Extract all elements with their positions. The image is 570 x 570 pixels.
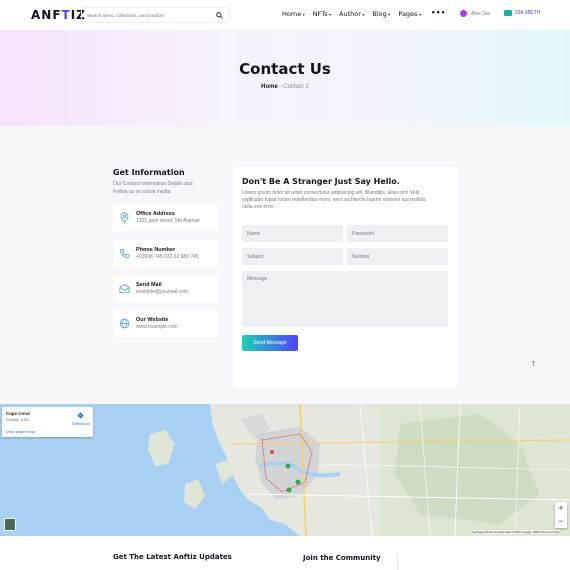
info-card-label: Office Address xyxy=(136,211,175,217)
form-description: Lorem ipsum dolor sit amet consectetur a… xyxy=(242,190,426,210)
search-input[interactable] xyxy=(87,12,212,18)
phone-icon xyxy=(119,248,130,259)
map-embed[interactable]: Cape Coral Florida, USA View larger map … xyxy=(0,404,570,536)
wallet-icon xyxy=(504,10,512,16)
breadcrumb-home-link[interactable]: Home xyxy=(261,84,278,90)
community-title: Join the Community xyxy=(303,554,381,562)
footer-divider xyxy=(397,553,398,570)
chevron-down-icon: ▾ xyxy=(302,11,305,17)
map-layer-toggle[interactable] xyxy=(4,518,16,531)
mail-icon xyxy=(119,283,130,294)
nav-home[interactable]: Home ▾ xyxy=(282,10,305,18)
info-card-value: example@youmail.com xyxy=(136,289,189,295)
user-profile[interactable]: Alex Joe xyxy=(460,10,490,17)
wallet-amount: 234.98ETH xyxy=(515,10,541,16)
wallet-balance[interactable]: 234.98ETH xyxy=(504,10,540,16)
zoom-in-button[interactable]: + xyxy=(555,502,567,515)
avatar xyxy=(460,10,467,17)
info-card-label: Send Mail xyxy=(136,282,162,288)
info-card-label: Our Website xyxy=(136,317,169,323)
newsletter-title: Get The Latest Anftiz Updates xyxy=(113,553,232,561)
map-info-card: Cape Coral Florida, USA View larger map … xyxy=(2,407,93,437)
breadcrumb-current: Contact 2 xyxy=(283,84,309,90)
scroll-to-top-icon[interactable]: ↑ xyxy=(531,359,536,368)
nav-pages[interactable]: Pages ▾ xyxy=(398,10,421,18)
info-card-label: Phone Number xyxy=(136,247,176,253)
info-description: Our Contact information Details and Foll… xyxy=(113,181,193,195)
site-logo[interactable]: ANFTIZ xyxy=(31,8,86,22)
view-larger-map-link[interactable]: View larger map xyxy=(6,429,35,434)
site-header: ANFTIZ Home▾ NFTs▾ Author▾ Blog▾ Pages▾ … xyxy=(0,0,570,30)
subject-field[interactable] xyxy=(242,248,343,265)
footer: Get The Latest Anftiz Updates Join the C… xyxy=(0,536,570,570)
nav-nfts[interactable]: NFTs ▾ xyxy=(313,10,331,18)
contact-form: Don't Be A Stranger Just Say Hello. Lore… xyxy=(233,167,457,389)
search-icon[interactable] xyxy=(216,12,223,19)
chevron-down-icon: ▾ xyxy=(418,11,421,17)
nav-author[interactable]: Author ▾ xyxy=(339,10,364,18)
search-box xyxy=(81,7,230,23)
breadcrumb: Home - Contact 2 xyxy=(0,84,570,90)
number-field[interactable] xyxy=(347,248,448,265)
nav-blog[interactable]: Blog ▾ xyxy=(372,10,390,18)
send-message-button[interactable]: Send Message xyxy=(242,335,298,351)
directions-link[interactable]: Directions xyxy=(72,421,90,426)
zoom-out-button[interactable]: − xyxy=(555,515,567,528)
map-place-name: Cape Coral xyxy=(6,411,30,416)
info-title: Get Information xyxy=(113,168,185,177)
info-card-website: Our Website www.example.com xyxy=(113,310,218,337)
password-field[interactable] xyxy=(347,225,448,242)
globe-icon xyxy=(119,318,130,329)
location-pin-icon xyxy=(120,212,129,223)
directions-icon[interactable] xyxy=(77,412,84,419)
chevron-down-icon: ▾ xyxy=(362,11,365,17)
map-attribution: Keyboard shortcuts Map data ©2022 Google… xyxy=(472,530,560,534)
message-field[interactable] xyxy=(242,271,448,327)
more-menu-icon[interactable]: ••• xyxy=(431,8,446,18)
page-title: Contact Us xyxy=(239,60,331,78)
page-hero: Contact Us Home - Contact 2 xyxy=(0,30,570,126)
info-card-phone: Phone Number +22698 745 632,02 982 745 xyxy=(113,240,218,267)
info-card-mail: Send Mail example@youmail.com xyxy=(113,275,218,302)
info-card-address: Office Address 1201 park street, 5th Ave… xyxy=(113,204,218,231)
chevron-down-icon: ▾ xyxy=(388,11,391,17)
map-zoom-controls: + − xyxy=(555,502,567,528)
name-field[interactable] xyxy=(242,225,343,242)
user-name: Alex Joe xyxy=(471,10,491,17)
info-card-value: 1201 park street, 5th Avenue xyxy=(136,218,200,224)
map-place-region: Florida, USA xyxy=(6,417,29,422)
info-card-value: www.example.com xyxy=(136,324,178,330)
info-card-value: +22698 745 632,02 982 745 xyxy=(136,254,199,260)
chevron-down-icon: ▾ xyxy=(329,11,332,17)
contact-section: Get Information Our Contact information … xyxy=(0,126,570,404)
main-nav: Home ▾ NFTs ▾ Author ▾ Blog ▾ Pages ▾ ••• xyxy=(282,8,454,18)
form-title: Don't Be A Stranger Just Say Hello. xyxy=(242,177,400,186)
